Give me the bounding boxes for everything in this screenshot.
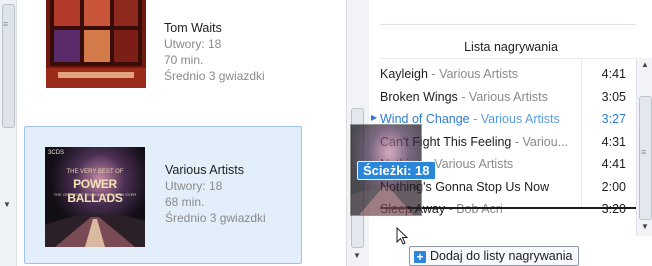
burn-item-title: Kayleigh — [380, 67, 428, 81]
burn-item-duration: 2:00 — [601, 179, 626, 194]
burn-item-separator: - — [445, 202, 457, 216]
scroll-down-arrow-icon[interactable]: ▼ — [353, 251, 361, 260]
burn-item-artist: Various Artists — [468, 89, 548, 104]
divider — [380, 58, 636, 59]
album-tile-various-artists[interactable]: 3CDS THE VERY BEST OF POWER BALLADS THE … — [24, 126, 302, 264]
album-info: Tom Waits Utwory: 18 70 min. Średnio 3 g… — [164, 20, 265, 84]
scroll-down-arrow-icon[interactable]: ▼ — [641, 222, 649, 231]
burn-item-artist: Variou... — [522, 134, 569, 149]
burn-item-artist: Various Artists — [439, 67, 519, 81]
left-scrollbar[interactable]: ≡ ▼ — [0, 0, 17, 266]
burn-item-artist: Various Artists — [434, 157, 514, 171]
burn-item-duration: 4:41 — [601, 157, 626, 171]
album-track-count: Utwory: 18 — [164, 37, 222, 51]
album-tile-tom-waits[interactable]: Tom Waits Utwory: 18 70 min. Średnio 3 g… — [24, 0, 300, 124]
track-count-badge: Ścieżki: 18 — [357, 161, 436, 180]
play-indicator-icon: ▶ — [371, 113, 378, 122]
burn-item-duration: 3:27 — [601, 112, 626, 126]
burn-list-title: Lista nagrywania — [464, 40, 558, 54]
cover-line3: THE GREATEST ROCKING ANTHEMS EVER — [53, 192, 137, 197]
burn-item-duration: 4:31 — [601, 134, 626, 149]
album-rating: Średnio 3 gwiazdki — [164, 69, 265, 83]
cover-label: 3CDS — [48, 150, 65, 156]
scroll-grip-icon: ≡ — [3, 19, 9, 29]
drag-tooltip-text: Dodaj do listy nagrywania — [430, 249, 573, 263]
burn-item-separator: - — [469, 112, 481, 126]
mouse-cursor-icon — [396, 226, 410, 250]
album-artist: Tom Waits — [164, 21, 222, 35]
burn-item-title: Broken Wings — [380, 89, 458, 104]
album-cover-tom-waits — [46, 0, 146, 88]
scroll-up-arrow-icon[interactable]: ▲ — [641, 60, 649, 69]
burn-item-duration: 4:41 — [601, 67, 626, 81]
burn-item-artist: Various Artists — [480, 112, 560, 126]
album-artist: Various Artists — [165, 163, 244, 177]
burn-item-duration: 3:05 — [601, 89, 626, 104]
album-track-count: Utwory: 18 — [165, 179, 223, 193]
album-cover-power-ballads: 3CDS THE VERY BEST OF POWER BALLADS THE … — [45, 147, 145, 247]
plus-icon: + — [414, 251, 426, 263]
burn-list-scrollbar[interactable]: ▲ ≡ ▼ — [636, 58, 652, 236]
burn-list-scrollbar-thumb[interactable] — [639, 96, 652, 220]
scroll-down-arrow-icon[interactable]: ▼ — [3, 200, 11, 209]
burn-item-separator: - — [511, 134, 523, 149]
burn-item-separator: - — [457, 89, 469, 104]
column-divider — [581, 58, 582, 208]
cover-line1: THE VERY BEST OF — [66, 169, 124, 175]
divider — [380, 24, 636, 25]
burn-list-item[interactable]: Broken Wings - Various Artists — [380, 86, 578, 108]
burn-item-artist: Bob Acri — [456, 202, 503, 216]
drag-tooltip: + Dodaj do listy nagrywania — [409, 246, 580, 266]
burn-item-separator: - — [427, 67, 440, 81]
album-length: 68 min. — [165, 195, 205, 209]
burn-item-duration: 3:20 — [601, 202, 626, 216]
burn-list-item[interactable]: Kayleigh - Various Artists — [380, 63, 578, 85]
scroll-grip-icon: ≡ — [641, 147, 647, 157]
cover-line2: POWER BALLADS — [67, 177, 123, 205]
album-length: 70 min. — [164, 53, 204, 67]
album-info: Various Artists Utwory: 18 68 min. Średn… — [165, 162, 266, 226]
album-rating: Średnio 3 gwiazdki — [165, 211, 266, 225]
